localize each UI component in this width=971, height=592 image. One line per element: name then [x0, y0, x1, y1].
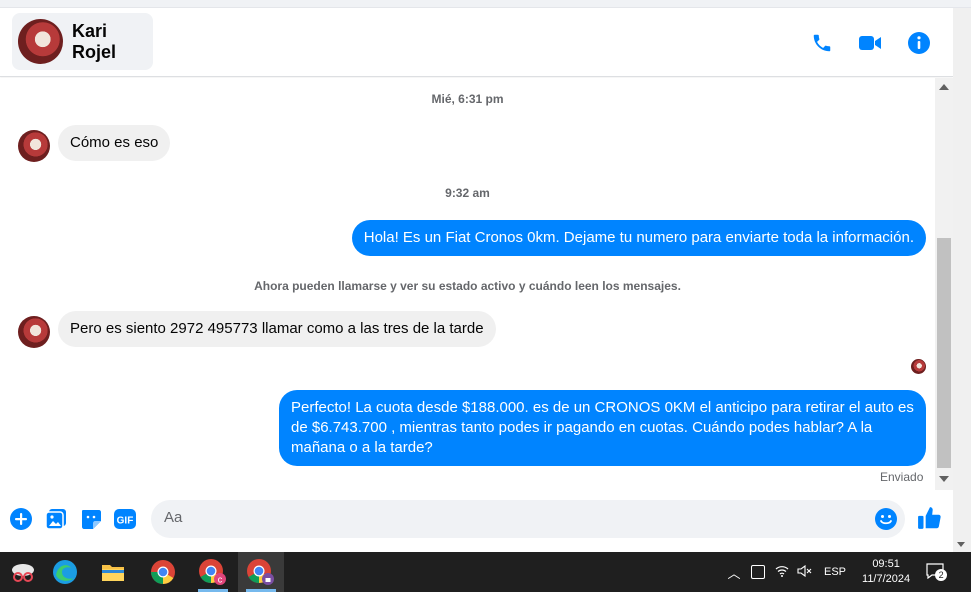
message-input-container[interactable]: [151, 500, 905, 538]
svg-text:GIF: GIF: [117, 516, 134, 527]
notification-count: 2: [935, 569, 948, 581]
chat-header: Kari Rojel: [0, 8, 953, 77]
chat-scrollbar[interactable]: [935, 78, 953, 490]
chevron-up-icon[interactable]: ︿: [726, 563, 742, 582]
chrome-icon[interactable]: [140, 552, 186, 592]
gif-icon[interactable]: GIF: [113, 507, 137, 531]
wifi-icon[interactable]: [775, 565, 789, 580]
language-indicator[interactable]: ESP: [824, 566, 846, 578]
message-composer: GIF: [0, 490, 953, 550]
sender-avatar[interactable]: [18, 316, 50, 348]
chrome-profile-lock-icon[interactable]: [238, 552, 284, 592]
scroll-down-arrow[interactable]: [939, 476, 949, 482]
clock-time: 09:51: [872, 558, 900, 570]
scroll-up-arrow[interactable]: [939, 84, 949, 90]
timestamp: Mié, 6:31 pm: [431, 92, 504, 106]
delivery-status: Enviado: [880, 470, 924, 484]
outgoing-message[interactable]: Perfecto! La cuota desde $188.000. es de…: [279, 390, 926, 466]
gallery-icon[interactable]: [44, 507, 68, 531]
info-icon[interactable]: [906, 30, 932, 56]
message-thread: Mié, 6:31 pm Cómo es eso 9:32 am Hola! E…: [0, 78, 935, 490]
emoji-icon[interactable]: [875, 508, 897, 530]
contact-profile-button[interactable]: Kari Rojel: [12, 13, 153, 70]
clock-date: 11/7/2024: [862, 573, 911, 585]
clock[interactable]: 09:51 11/7/2024: [862, 557, 910, 587]
plus-icon[interactable]: [9, 507, 33, 531]
contact-name: Kari Rojel: [72, 20, 117, 62]
video-icon[interactable]: [857, 30, 883, 56]
message-input[interactable]: [164, 509, 864, 526]
svg-text:c: c: [218, 575, 223, 585]
outgoing-message[interactable]: Hola! Es un Fiat Cronos 0km. Dejame tu n…: [351, 220, 926, 256]
sender-avatar[interactable]: [18, 130, 50, 162]
read-receipt-avatar: [911, 359, 926, 374]
system-tray: ︿ ESP 09:51 11/7/2024 2: [726, 552, 948, 592]
browser-top-strip: [0, 0, 971, 8]
page-scrollbar[interactable]: [953, 8, 971, 553]
meet-now-icon[interactable]: [751, 565, 765, 579]
timestamp: 9:32 am: [445, 186, 490, 200]
chrome-profile-c-icon[interactable]: c: [190, 552, 236, 592]
phone-icon[interactable]: [809, 30, 835, 56]
system-notice: Ahora pueden llamarse y ver su estado ac…: [254, 279, 681, 293]
page-scroll-down-arrow[interactable]: [957, 542, 965, 547]
windows-taskbar: c ︿ ESP 09:51 11/7/2024 2: [0, 552, 971, 592]
notifications-icon[interactable]: 2: [926, 563, 948, 581]
contact-avatar: [18, 19, 63, 64]
sticker-icon[interactable]: [79, 507, 103, 531]
edge-icon[interactable]: [42, 552, 88, 592]
scroll-thumb[interactable]: [937, 238, 951, 468]
incoming-message[interactable]: Pero es siento 2972 495773 llamar como a…: [58, 311, 496, 347]
snipping-tool-icon[interactable]: [0, 552, 46, 592]
file-explorer-icon[interactable]: [90, 552, 136, 592]
like-icon[interactable]: [917, 505, 943, 531]
incoming-message[interactable]: Cómo es eso: [58, 125, 171, 161]
speaker-muted-icon[interactable]: [797, 564, 813, 580]
